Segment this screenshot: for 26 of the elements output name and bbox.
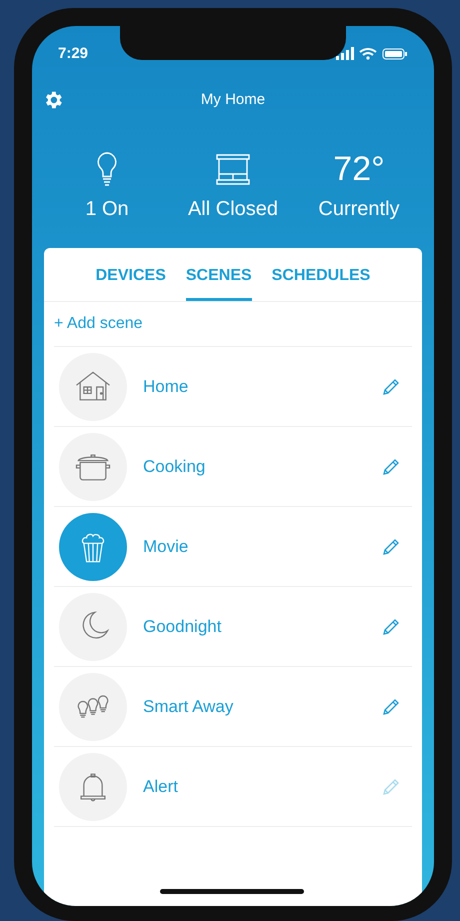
wifi-icon [359,48,377,60]
window-shade-icon [216,154,250,186]
add-scene-link[interactable]: + Add scene [54,312,412,336]
temperature-reading: 72° [333,152,385,186]
edit-pencil-icon[interactable] [382,618,400,636]
edit-pencil-icon[interactable] [382,378,400,396]
tab[interactable]: DEVICES [96,264,166,301]
edit-pencil-icon[interactable] [382,538,400,556]
header-title: My Home [200,90,266,110]
summary-label: All Closed [188,197,278,222]
scene-name[interactable]: Smart Away [143,694,382,720]
status-time: 7:29 [58,44,88,64]
summary-label: Currently [318,197,400,222]
edit-pencil-icon[interactable] [382,458,400,476]
scene-name[interactable]: Goodnight [143,614,382,640]
tab[interactable]: SCHEDULES [272,264,370,301]
scene-name[interactable]: Movie [143,534,382,560]
tab[interactable]: SCENES [186,264,252,301]
scene-name[interactable]: Home [143,374,382,400]
battery-icon [382,48,407,60]
signal-icon [336,47,354,60]
lightbulb-icon [96,152,118,186]
scene-name[interactable]: Cooking [143,454,382,480]
summary-label: 1 On [85,197,129,222]
scene-name[interactable]: Alert [143,774,382,800]
edit-pencil-icon[interactable] [382,698,400,716]
